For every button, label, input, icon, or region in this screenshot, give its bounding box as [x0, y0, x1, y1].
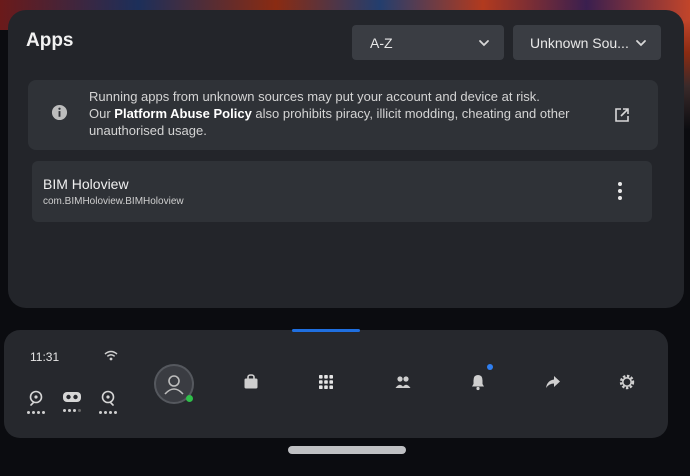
- more-options-icon[interactable]: [610, 179, 630, 203]
- notification-badge: [487, 364, 493, 370]
- headset-pin-icon: [101, 390, 115, 406]
- app-name: BIM Holoview: [43, 176, 129, 192]
- notifications-bell-icon[interactable]: [469, 373, 487, 391]
- source-dropdown-value: Unknown Sou...: [530, 34, 629, 51]
- apps-grid-icon[interactable]: [317, 373, 335, 391]
- apps-panel: Apps A-Z Unknown Sou... Running apps fro…: [8, 10, 684, 308]
- list-item[interactable]: BIM Holoview com.BIMHoloview.BIMHoloview: [32, 161, 652, 222]
- info-icon: [51, 104, 68, 121]
- store-bag-icon[interactable]: [242, 373, 260, 391]
- unknown-sources-notice: Running apps from unknown sources may pu…: [28, 80, 658, 150]
- home-handle[interactable]: [288, 446, 406, 454]
- notice-text: Running apps from unknown sources may pu…: [89, 88, 579, 139]
- source-dropdown[interactable]: Unknown Sou...: [513, 25, 661, 60]
- chevron-down-icon: [636, 39, 646, 46]
- vr-goggles-icon: [63, 392, 81, 402]
- page-title: Apps: [26, 30, 74, 51]
- platform-abuse-policy-link[interactable]: Platform Abuse Policy: [114, 106, 252, 121]
- quick-action-3[interactable]: [98, 390, 118, 418]
- quick-action-1[interactable]: [26, 390, 46, 418]
- app-package: com.BIMHoloview.BIMHoloview: [43, 196, 184, 207]
- external-link-icon[interactable]: [613, 106, 631, 124]
- headset-pin-icon: [29, 390, 43, 406]
- notice-prefix: Our: [89, 106, 115, 121]
- user-icon: [164, 375, 184, 395]
- chevron-down-icon: [479, 39, 489, 46]
- online-status-dot: [186, 395, 193, 402]
- wifi-icon[interactable]: [104, 350, 118, 361]
- sort-dropdown-value: A-Z: [370, 34, 393, 51]
- active-window-indicator: [292, 329, 360, 332]
- quick-action-2[interactable]: [62, 390, 82, 418]
- sort-dropdown[interactable]: A-Z: [352, 25, 504, 60]
- notice-line1: Running apps from unknown sources may pu…: [89, 89, 540, 104]
- settings-gear-icon[interactable]: [618, 373, 636, 391]
- taskbar: 11:31: [4, 330, 668, 438]
- people-icon[interactable]: [394, 373, 412, 391]
- share-icon[interactable]: [544, 373, 562, 391]
- avatar[interactable]: [154, 364, 194, 404]
- clock: 11:31: [30, 350, 60, 364]
